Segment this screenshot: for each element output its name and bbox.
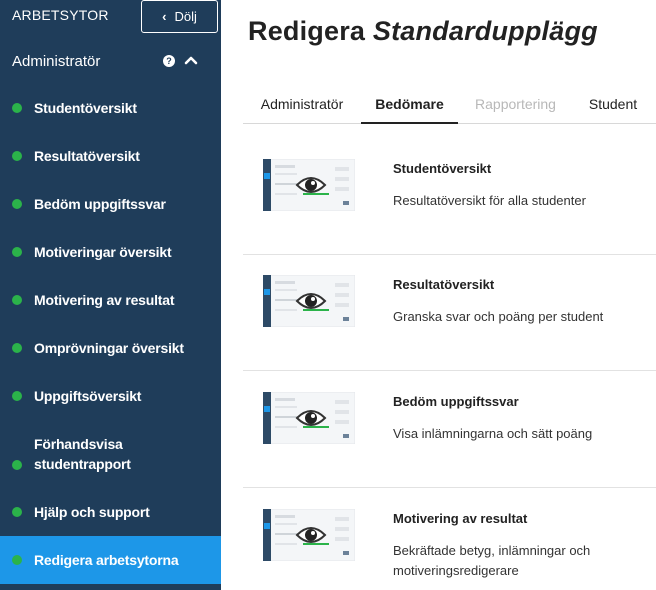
eye-icon	[295, 293, 327, 309]
tab-label: Rapportering	[475, 96, 556, 112]
card-description: Bekräftade betyg, inlämningar och motive…	[393, 543, 591, 578]
hide-sidebar-button[interactable]: ‹ Dölj	[141, 0, 218, 33]
status-dot	[12, 295, 22, 305]
sidebar-item-redigera-arbetsytorna[interactable]: Redigera arbetsytorna	[0, 536, 221, 584]
tab-rapportering: Rapportering	[458, 84, 573, 124]
eye-icon	[295, 177, 327, 193]
workspace-card-motivering-av-resultat[interactable]: Motivering av resultat Bekräftade betyg,…	[243, 489, 656, 590]
tab-student[interactable]: Student	[573, 84, 653, 124]
tab-bar: Administratör Bedömare Rapportering Stud…	[243, 84, 656, 124]
sidebar-item-forhandsvisa-studentrapport[interactable]: Förhandsvisa studentrapport	[0, 426, 221, 486]
sidebar-header: ARBETSYTOR ‹ Dölj	[0, 0, 221, 33]
sidebar-item-label: Studentöversikt	[34, 100, 137, 116]
card-description: Granska svar och poäng per student	[393, 309, 604, 324]
sidebar-item-resultatoversikt[interactable]: Resultatöversikt	[0, 136, 221, 176]
section-label: Administratör	[12, 53, 101, 70]
card-title: Bedöm uppgiftssvar	[393, 394, 519, 409]
tab-administrator[interactable]: Administratör	[243, 84, 361, 124]
status-dot	[12, 151, 22, 161]
sidebar-item-label: Bedöm uppgiftssvar	[34, 196, 166, 212]
sidebar-item-omprovningar-oversikt[interactable]: Omprövningar översikt	[0, 328, 221, 368]
page-title-prefix: Redigera	[248, 16, 366, 46]
card-title: Motivering av resultat	[393, 511, 528, 526]
sidebar-item-label: Omprövningar översikt	[34, 340, 184, 356]
page-title: Redigera Standardupplägg	[248, 16, 598, 47]
sidebar-item-bedom-uppgiftssvar[interactable]: Bedöm uppgiftssvar	[0, 184, 221, 224]
sidebar-item-hjalp-och-support[interactable]: Hjälp och support	[0, 492, 221, 532]
sidebar-item-label: Motivering av resultat	[34, 292, 175, 308]
tab-label: Bedömare	[375, 96, 444, 112]
sidebar-item-studentoversikt[interactable]: Studentöversikt	[0, 88, 221, 128]
card-description: Resultatöversikt för alla studenter	[393, 193, 586, 208]
status-dot	[12, 391, 22, 401]
card-title: Studentöversikt	[393, 161, 492, 176]
status-dot	[12, 507, 22, 517]
workspace-card-resultatoversikt[interactable]: Resultatöversikt Granska svar och poäng …	[243, 255, 656, 371]
sidebar-item-label: Resultatöversikt	[34, 148, 140, 164]
tab-bedomare[interactable]: Bedömare	[361, 84, 458, 124]
chevron-left-icon: ‹	[162, 9, 167, 24]
sidebar: ARBETSYTOR ‹ Dölj Administratör ? Studen…	[0, 0, 221, 590]
sidebar-item-label: Hjälp och support	[34, 504, 150, 520]
status-dot	[12, 460, 22, 470]
help-icon[interactable]: ?	[163, 55, 175, 67]
tab-label: Administratör	[260, 96, 344, 112]
eye-icon	[295, 527, 327, 543]
sidebar-item-label: Motiveringar översikt	[34, 244, 172, 260]
status-dot	[12, 555, 22, 565]
workspace-card-studentoversikt[interactable]: Studentöversikt Resultatöversikt för all…	[243, 139, 656, 255]
sidebar-item-label: Redigera arbetsytorna	[34, 552, 179, 568]
sidebar-item-uppgiftsoversikt[interactable]: Uppgiftsöversikt	[0, 376, 221, 416]
status-dot	[12, 343, 22, 353]
sidebar-item-label: Uppgiftsöversikt	[34, 388, 142, 404]
sidebar-item-motiveringar-oversikt[interactable]: Motiveringar översikt	[0, 232, 221, 272]
card-title: Resultatöversikt	[393, 277, 495, 292]
sidebar-item-motivering-av-resultat[interactable]: Motivering av resultat	[0, 280, 221, 320]
main-content: Redigera Standardupplägg Administratör B…	[221, 0, 656, 590]
workspace-card-bedom-uppgiftssvar[interactable]: Bedöm uppgiftssvar Visa inlämningarna oc…	[243, 372, 656, 488]
card-description: Visa inlämningarna och sätt poäng	[393, 426, 593, 441]
sidebar-title: ARBETSYTOR	[12, 7, 109, 23]
status-dot	[12, 247, 22, 257]
hide-sidebar-label: Dölj	[174, 9, 197, 24]
page-title-name: Standardupplägg	[372, 16, 598, 46]
status-dot	[12, 199, 22, 209]
tab-label: Student	[588, 96, 638, 112]
sidebar-item-label: Förhandsvisa studentrapport	[34, 436, 131, 472]
eye-icon	[295, 410, 327, 426]
status-dot	[12, 103, 22, 113]
chevron-up-icon[interactable]	[183, 52, 199, 68]
